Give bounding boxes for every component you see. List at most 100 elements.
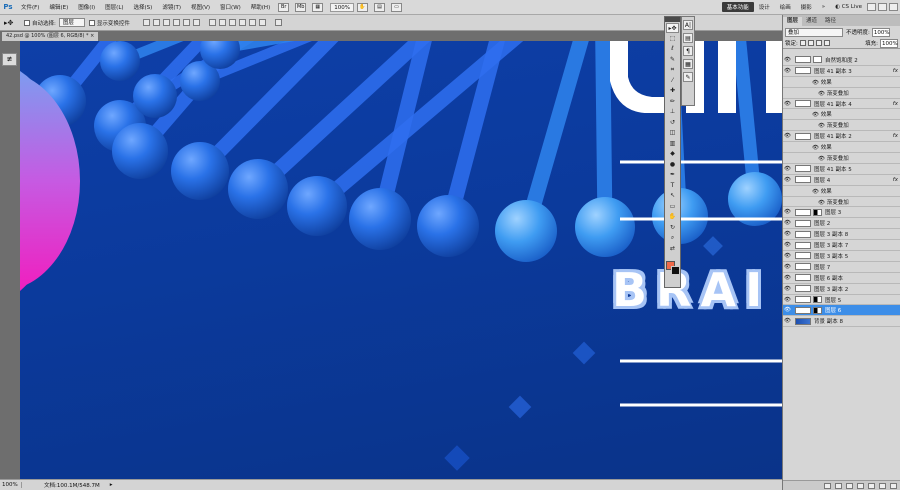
visibility-eye-icon[interactable]: 👁 xyxy=(783,57,792,63)
auto-select-dropdown[interactable]: 图层 xyxy=(58,18,85,27)
layer-row[interactable]: 👁 图层 5 xyxy=(783,295,900,306)
paragraph-mark-icon[interactable]: ¶ xyxy=(683,46,693,56)
visibility-eye-icon[interactable]: 👁 xyxy=(783,242,792,248)
effect-eye-icon[interactable]: 👁 xyxy=(818,123,827,129)
paragraph-panel-icon[interactable]: ▤ xyxy=(683,33,693,43)
visibility-eye-icon[interactable]: 👁 xyxy=(783,209,792,215)
pen-tool-icon[interactable]: ✒ xyxy=(666,170,679,180)
tab-layers[interactable]: 图层 xyxy=(783,17,803,26)
effect-eye-icon[interactable]: 👁 xyxy=(812,80,821,86)
menu-item-8[interactable]: 帮助(H) xyxy=(246,3,275,11)
visibility-eye-icon[interactable]: 👁 xyxy=(783,68,792,74)
menu-item-1[interactable]: 编辑(E) xyxy=(44,3,73,11)
workspace-design[interactable]: 设计 xyxy=(754,3,775,11)
shape-tool-icon[interactable]: ▭ xyxy=(666,202,679,212)
layer-row[interactable]: 👁👁 渐变叠加 xyxy=(783,120,900,132)
marquee-tool-icon[interactable]: ⬚ xyxy=(666,34,679,44)
effect-eye-icon[interactable]: 👁 xyxy=(818,156,827,162)
close-tab-icon[interactable]: × xyxy=(90,33,94,39)
align-left-icon[interactable] xyxy=(172,19,180,26)
layer-row[interactable]: 👁👁 效果 xyxy=(783,109,900,121)
arrange-documents-icon[interactable]: ▤ xyxy=(373,2,385,12)
cs-live-button[interactable]: ◐ CS Live xyxy=(830,4,867,10)
align-right-icon[interactable] xyxy=(192,19,200,26)
menu-item-7[interactable]: 窗口(W) xyxy=(215,3,246,11)
layer-comps-icon[interactable]: ≢ xyxy=(2,53,17,66)
lock-position-icon[interactable] xyxy=(815,40,822,46)
brush-panel-icon[interactable]: ✎ xyxy=(683,72,693,82)
tab-paths[interactable]: 路径 xyxy=(821,17,840,26)
status-arrow-icon[interactable]: ▸ xyxy=(110,482,113,488)
workspace-essentials-button[interactable]: 基本功能 xyxy=(721,2,754,12)
distribute-left-icon[interactable] xyxy=(238,19,246,26)
path-select-tool-icon[interactable]: ↖ xyxy=(666,191,679,201)
layer-row[interactable]: 👁 图层 4 fx xyxy=(783,175,900,186)
visibility-eye-icon[interactable]: 👁 xyxy=(783,275,792,281)
move-tool-preset-icon[interactable]: ▸✥ xyxy=(4,19,20,27)
menu-item-0[interactable]: 文件(F) xyxy=(16,3,44,11)
visibility-eye-icon[interactable]: 👁 xyxy=(783,286,792,292)
document-tab[interactable]: 42.psd @ 100% (图层 6, RGB/8) * × xyxy=(2,32,99,41)
lock-transparent-icon[interactable] xyxy=(799,40,806,46)
new-group-icon[interactable] xyxy=(868,482,875,489)
effect-eye-icon[interactable]: 👁 xyxy=(812,145,821,151)
layer-mask-thumbnail[interactable] xyxy=(813,56,822,64)
distribute-right-icon[interactable] xyxy=(258,19,266,26)
gradient-tool-icon[interactable]: ▥ xyxy=(666,139,679,149)
new-layer-icon[interactable] xyxy=(879,482,886,489)
healing-tool-icon[interactable]: ✚ xyxy=(666,86,679,96)
visibility-eye-icon[interactable]: 👁 xyxy=(783,297,792,303)
dodge-tool-icon[interactable]: ● xyxy=(666,160,679,170)
layer-fx-icon[interactable]: fx xyxy=(893,101,898,107)
visibility-eye-icon[interactable]: 👁 xyxy=(783,101,792,107)
workspace-overflow[interactable]: » xyxy=(817,4,830,10)
swap-tool-icon[interactable]: ⇄ xyxy=(666,244,679,254)
visibility-eye-icon[interactable]: 👁 xyxy=(783,177,792,183)
add-style-icon[interactable] xyxy=(835,482,842,489)
rotate-tool-icon[interactable]: ↻ xyxy=(666,223,679,233)
character-panel-icon[interactable]: A| xyxy=(683,20,693,30)
layer-row[interactable]: 👁 图层 6 xyxy=(783,305,900,317)
visibility-eye-icon[interactable]: 👁 xyxy=(783,133,792,139)
document-info[interactable]: 文档:100.1M/548.7M xyxy=(22,481,100,489)
menu-item-4[interactable]: 选择(S) xyxy=(129,3,158,11)
type-tool-icon[interactable]: T xyxy=(666,181,679,191)
layer-fx-icon[interactable]: fx xyxy=(893,177,898,183)
eyedropper-tool-icon[interactable]: ⁄ xyxy=(666,76,679,86)
menu-item-6[interactable]: 视图(V) xyxy=(186,3,215,11)
add-mask-icon[interactable] xyxy=(846,482,853,489)
layer-fx-icon[interactable]: fx xyxy=(893,133,898,139)
distribute-top-icon[interactable] xyxy=(208,19,216,26)
effect-eye-icon[interactable]: 👁 xyxy=(818,91,827,97)
distribute-vcenter-icon[interactable] xyxy=(218,19,226,26)
delete-layer-icon[interactable] xyxy=(890,482,897,489)
layer-fx-icon[interactable]: fx xyxy=(893,68,898,74)
lasso-tool-icon[interactable]: ℓ xyxy=(666,44,679,54)
tab-channels[interactable]: 通道 xyxy=(802,17,821,26)
layer-row[interactable]: 👁 图层 3 副本 2 xyxy=(783,284,900,295)
workspace-photography[interactable]: 摄影 xyxy=(796,3,817,11)
layer-mask-thumbnail[interactable] xyxy=(813,306,822,314)
layer-row[interactable]: 👁 图层 3 副本 5 xyxy=(783,251,900,262)
view-extras-icon[interactable]: ▦ xyxy=(312,2,324,12)
layer-row[interactable]: 👁 图层 6 副本 xyxy=(783,273,900,284)
crop-tool-icon[interactable]: ⌗ xyxy=(666,65,679,75)
zoom-tool-icon[interactable]: ⌕ xyxy=(666,233,679,243)
layer-row[interactable]: 👁 图层 2 xyxy=(783,218,900,230)
layer-row[interactable]: 👁👁 渐变叠加 xyxy=(783,197,900,208)
layer-row[interactable]: 👁👁 效果 xyxy=(783,77,900,88)
lock-all-icon[interactable] xyxy=(823,40,830,46)
close-button[interactable] xyxy=(889,3,898,11)
distribute-hcenter-icon[interactable] xyxy=(248,19,256,26)
status-zoom-field[interactable]: 100% xyxy=(0,482,22,488)
hand-tool-icon[interactable]: ✋ xyxy=(356,2,368,12)
visibility-eye-icon[interactable]: 👁 xyxy=(783,220,792,226)
fill-field[interactable]: 100% xyxy=(880,38,898,48)
adjustment-layer-icon[interactable] xyxy=(857,482,864,489)
layer-mask-thumbnail[interactable] xyxy=(813,296,822,304)
swatches-panel-icon[interactable]: ▦ xyxy=(683,59,693,69)
background-color-swatch[interactable] xyxy=(671,266,680,275)
maximize-button[interactable] xyxy=(878,3,887,11)
layer-row[interactable]: 👁 图层 41 副本 3 fx xyxy=(783,66,900,77)
bridge-icon[interactable]: Br xyxy=(278,2,290,12)
